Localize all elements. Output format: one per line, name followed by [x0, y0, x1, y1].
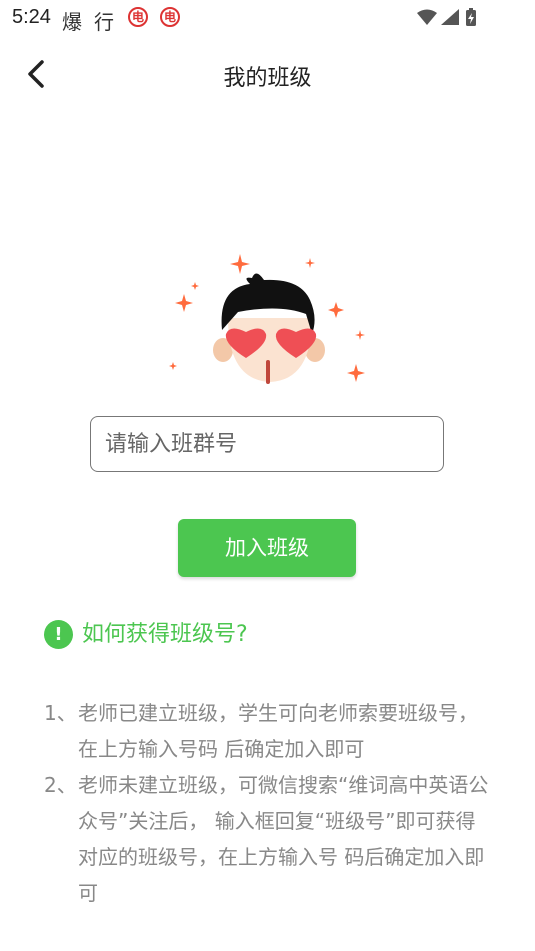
boy-with-heart-eyes-illustration: [169, 254, 365, 384]
signal-icon: [441, 9, 459, 25]
help-title: 如何获得班级号?: [82, 622, 248, 647]
step-number: 2、: [44, 773, 77, 797]
app-notification-icon: 行: [94, 10, 114, 34]
list-item: 2、 老师未建立班级，可微信搜索“维词高中英语公众号”关注后， 输入框回复“班级…: [44, 767, 489, 911]
exclamation-icon: !: [44, 620, 73, 649]
notification-badge-icon: 电: [160, 7, 180, 27]
battery-icon: [466, 8, 476, 26]
list-item: 1、 老师已建立班级，学生可向老师索要班级号，在上方输入号码 后确定加入即可: [44, 695, 489, 767]
step-number: 1、: [44, 701, 77, 725]
step-text: 老师已建立班级，学生可向老师索要班级号，在上方输入号码 后确定加入即可: [78, 701, 478, 761]
class-number-input[interactable]: [90, 416, 444, 472]
app-notification-icon: 爆: [62, 10, 82, 34]
instructions-list: 1、 老师已建立班级，学生可向老师索要班级号，在上方输入号码 后确定加入即可 2…: [44, 695, 489, 911]
join-class-button[interactable]: 加入班级: [178, 519, 356, 577]
status-time: 5:24: [12, 6, 51, 28]
page-title: 我的班级: [223, 66, 312, 91]
notification-badge-icon: 电: [128, 7, 148, 27]
status-icons: [417, 8, 476, 26]
navigation-bar: 我的班级: [0, 38, 535, 108]
status-bar: 5:24 爆 行 电 电: [0, 0, 535, 38]
wifi-icon: [417, 9, 437, 25]
step-text: 老师未建立班级，可微信搜索“维词高中英语公众号”关注后， 输入框回复“班级号”即…: [78, 773, 489, 905]
